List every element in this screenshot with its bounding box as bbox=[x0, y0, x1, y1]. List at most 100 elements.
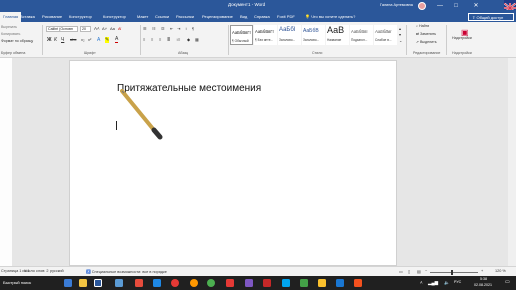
clear-format-icon[interactable]: A̸ bbox=[118, 26, 121, 31]
superscript-button[interactable]: x² bbox=[88, 37, 91, 42]
change-case-icon[interactable]: Aa bbox=[110, 26, 115, 31]
word-app-icon[interactable] bbox=[94, 279, 102, 287]
subscript-button[interactable]: x₂ bbox=[81, 37, 85, 42]
zoom-out-icon[interactable]: − bbox=[425, 269, 427, 273]
notifications-icon[interactable]: ▭ bbox=[505, 279, 510, 285]
styles-scroll-down-icon[interactable]: ▾ bbox=[399, 32, 401, 37]
app-icon[interactable] bbox=[263, 279, 271, 287]
align-right-icon[interactable]: ≡ bbox=[159, 37, 161, 42]
tab-help[interactable]: Справка bbox=[254, 14, 270, 19]
app-icon[interactable] bbox=[354, 279, 362, 287]
text-effects-icon[interactable]: A bbox=[97, 37, 100, 43]
file-explorer-icon[interactable] bbox=[79, 279, 87, 287]
zoom-level[interactable]: 120 % bbox=[495, 269, 506, 273]
font-color-icon[interactable]: A bbox=[115, 37, 119, 43]
clock-date[interactable]: 02.08.2021 bbox=[474, 283, 492, 287]
style-subtitle[interactable]: АаБбВвI Подзагол... bbox=[350, 25, 373, 45]
highlight-icon[interactable]: ✎ bbox=[105, 37, 110, 43]
justify-icon[interactable]: ≣ bbox=[167, 37, 170, 42]
word-count[interactable]: Число слов: 2 bbox=[24, 269, 48, 273]
tab-draw[interactable]: Рисование bbox=[42, 14, 62, 19]
show-marks-icon[interactable]: ¶ bbox=[192, 26, 194, 31]
bullets-icon[interactable]: ☰ bbox=[143, 26, 147, 31]
app-icon[interactable] bbox=[318, 279, 326, 287]
tab-references[interactable]: Ссылки bbox=[155, 14, 169, 19]
increase-indent-icon[interactable]: ⇥ bbox=[177, 26, 180, 31]
tab-view[interactable]: Вид bbox=[240, 14, 247, 19]
clock-time[interactable]: 5:38 bbox=[480, 277, 487, 281]
close-button[interactable]: ✕ bbox=[472, 2, 480, 10]
app-icon[interactable] bbox=[135, 279, 143, 287]
app-icon[interactable] bbox=[153, 279, 161, 287]
tab-home[interactable]: Главная bbox=[0, 12, 22, 22]
style-heading-1[interactable]: АаБбI Заголово... bbox=[278, 25, 301, 45]
vertical-scrollbar[interactable] bbox=[508, 58, 516, 266]
app-icon[interactable] bbox=[115, 279, 123, 287]
zoom-in-icon[interactable]: + bbox=[481, 269, 483, 273]
avatar[interactable] bbox=[418, 2, 426, 10]
app-icon[interactable] bbox=[282, 279, 290, 287]
tab-insert[interactable]: Вставка bbox=[20, 14, 35, 19]
sort-icon[interactable]: ↕ bbox=[185, 26, 187, 31]
zoom-slider[interactable] bbox=[430, 271, 478, 273]
read-mode-icon[interactable]: ▯ bbox=[408, 269, 410, 274]
style-title[interactable]: АаВ Название bbox=[326, 25, 349, 45]
style-no-spacing[interactable]: АаБбВвГг ¶ Без инте... bbox=[254, 25, 277, 45]
align-left-icon[interactable]: ≡ bbox=[143, 37, 145, 42]
minimize-button[interactable]: — bbox=[436, 2, 444, 10]
styles-more-icon[interactable]: ⌄ bbox=[399, 38, 402, 43]
copy-button[interactable]: Копировать bbox=[1, 32, 20, 36]
user-name[interactable]: Галина Артемовна bbox=[380, 3, 413, 7]
tab-mailings[interactable]: Рассылки bbox=[176, 14, 194, 19]
font-name-select[interactable]: Calibri (Основн bbox=[46, 26, 78, 32]
input-language[interactable]: РУС bbox=[454, 280, 461, 284]
web-layout-icon[interactable]: ▤ bbox=[417, 269, 421, 274]
focus-mode-icon[interactable]: ▭ bbox=[399, 269, 403, 274]
strikethrough-button[interactable]: abc bbox=[70, 37, 76, 42]
grow-font-icon[interactable]: A˄ bbox=[94, 26, 100, 31]
app-icon[interactable] bbox=[300, 279, 308, 287]
zoom-slider-thumb[interactable] bbox=[451, 269, 453, 275]
taskbar-search[interactable]: Быстрый поиск bbox=[3, 280, 31, 285]
line-spacing-icon[interactable]: ↕≡ bbox=[176, 37, 180, 42]
maximize-button[interactable]: □ bbox=[452, 2, 460, 10]
network-icon[interactable]: ▂▄▆ bbox=[428, 280, 438, 286]
app-icon[interactable] bbox=[336, 279, 344, 287]
share-button[interactable]: ⇪ Общий доступ bbox=[468, 13, 514, 21]
browser-icon[interactable] bbox=[190, 279, 198, 287]
tab-layout-design[interactable]: Конструктор bbox=[69, 14, 92, 19]
style-heading-2[interactable]: АаБбВ Заголово... bbox=[302, 25, 325, 45]
document-page[interactable]: Притяжательные местоимения bbox=[69, 60, 397, 266]
find-button[interactable]: ⌕ Найти bbox=[416, 24, 429, 28]
font-size-select[interactable]: 20 bbox=[80, 26, 91, 32]
replace-button[interactable]: ⇄ Заменить bbox=[416, 32, 436, 36]
accessibility-status[interactable]: ♿ Специальные возможности: все в порядке bbox=[86, 269, 167, 274]
tray-chevron-icon[interactable]: ˄ bbox=[420, 280, 423, 285]
multilevel-list-icon[interactable]: ☲ bbox=[161, 26, 165, 31]
tell-me-search[interactable]: 💡 Что вы хотите сделать? bbox=[305, 14, 355, 19]
browser-icon[interactable] bbox=[207, 279, 215, 287]
volume-icon[interactable]: 🔈 bbox=[444, 280, 450, 286]
select-button[interactable]: ➚ Выделить bbox=[416, 40, 437, 44]
tab-constructor[interactable]: Конструктор bbox=[103, 14, 126, 19]
underline-button[interactable]: Ч bbox=[61, 37, 64, 43]
tab-review[interactable]: Рецензирование bbox=[202, 14, 233, 19]
align-center-icon[interactable]: ≡ bbox=[151, 37, 153, 42]
numbering-icon[interactable]: ☷ bbox=[152, 26, 156, 31]
cut-button[interactable]: Вырезать bbox=[1, 25, 17, 29]
styles-scroll-up-icon[interactable]: ▴ bbox=[399, 26, 401, 31]
bold-button[interactable]: Ж bbox=[47, 37, 52, 43]
italic-button[interactable]: К bbox=[54, 37, 57, 43]
shrink-font-icon[interactable]: A˅ bbox=[102, 26, 107, 31]
shading-icon[interactable]: ◆ bbox=[187, 37, 190, 42]
format-painter-button[interactable]: Формат по образцу bbox=[1, 39, 33, 43]
pdf-app-icon[interactable] bbox=[226, 279, 234, 287]
app-icon[interactable] bbox=[171, 279, 179, 287]
tab-layout[interactable]: Макет bbox=[137, 14, 148, 19]
decrease-indent-icon[interactable]: ⇤ bbox=[170, 26, 173, 31]
style-normal[interactable]: АаБбВвГг ¶ Обычный bbox=[230, 25, 253, 45]
task-view-icon[interactable] bbox=[64, 279, 72, 287]
style-subtle-emphasis[interactable]: АаБбВвI Слабое в... bbox=[374, 25, 397, 45]
app-icon[interactable] bbox=[245, 279, 253, 287]
language-status[interactable]: русский bbox=[50, 269, 64, 273]
